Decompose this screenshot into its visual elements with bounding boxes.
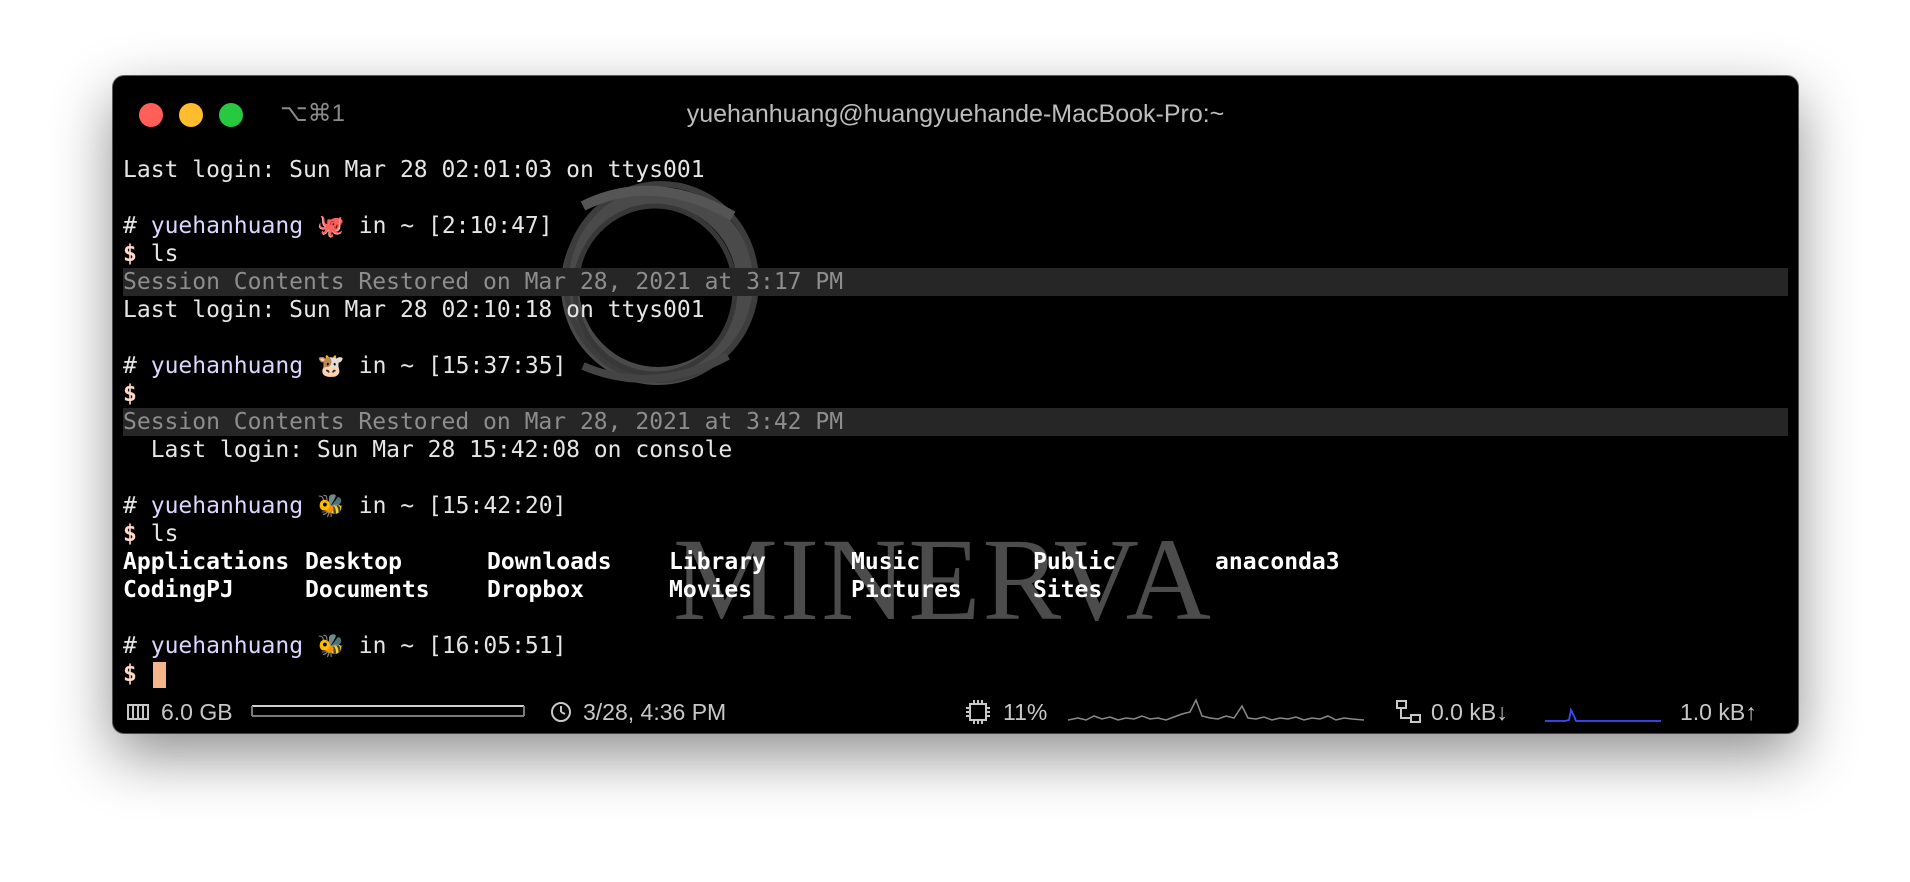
cpu-icon (966, 700, 990, 724)
cpu-value: 11% (1003, 699, 1048, 725)
prompt-rest: in ~ [15:37:35] (344, 353, 567, 379)
clock-icon (551, 702, 571, 722)
prompt-rest: in ~ [2:10:47] (344, 213, 553, 239)
prompt-user: yuehanhuang (150, 633, 304, 659)
prompt-line: # yuehanhuang 🐙 in ~ [2:10:47] (123, 212, 1788, 240)
ls-entry: Pictures (851, 577, 962, 603)
input-line[interactable]: $ (123, 660, 1788, 688)
network-icon (1396, 700, 1421, 723)
login-line: Last login: Sun Mar 28 15:42:08 on conso… (123, 437, 733, 463)
network-graph (1545, 707, 1661, 722)
datetime-value: 3/28, 4:36 PM (583, 699, 727, 725)
network-up-value: 1.0 kB↑ (1680, 699, 1757, 725)
login-line: Last login: Sun Mar 28 02:10:18 on ttys0… (123, 297, 705, 323)
login-line: Last login: Sun Mar 28 02:01:03 on ttys0… (123, 157, 705, 183)
ls-entry: Applications (123, 549, 290, 575)
title-bar[interactable]: ⌥⌘1 yuehanhuang@huangyuehande-MacBook-Pr… (113, 76, 1798, 152)
command-text: ls (150, 521, 179, 547)
bee-icon: 🐝 (317, 634, 345, 659)
memory-bar (251, 705, 525, 717)
ls-entry: Desktop (305, 549, 402, 575)
prompt-hash: # (123, 493, 137, 519)
ls-entry: anaconda3 (1215, 549, 1340, 575)
prompt-rest: in ~ [15:42:20] (344, 493, 567, 519)
terminal-output[interactable]: Last login: Sun Mar 28 02:01:03 on ttys0… (123, 156, 1788, 688)
ls-entry: Dropbox (487, 577, 584, 603)
prompt-dollar: $ (123, 661, 137, 687)
session-restored-banner: Session Contents Restored on Mar 28, 202… (123, 408, 1788, 436)
prompt-line: # yuehanhuang 🐝 in ~ [16:05:51] (123, 632, 1788, 660)
ls-entry: Movies (669, 577, 753, 603)
terminal-window: MINERVA ⌥⌘1 yuehanhuang@huangyuehande-Ma… (113, 76, 1798, 733)
prompt-line: # yuehanhuang 🐝 in ~ [15:42:20] (123, 492, 1788, 520)
ls-entry: Sites (1033, 577, 1103, 603)
ls-entry: Public (1033, 549, 1117, 575)
prompt-dollar: $ (123, 381, 137, 407)
ls-entry: Library (669, 549, 766, 575)
bee-icon: 🐝 (317, 494, 345, 519)
ls-entry: Documents (305, 577, 430, 603)
prompt-user: yuehanhuang (150, 213, 304, 239)
session-restored-banner: Session Contents Restored on Mar 28, 202… (123, 268, 1788, 296)
memory-icon (127, 704, 149, 720)
status-bar: 6.0 GB 3/28, 4:36 PM 11% 0.0 kB↓ 1.0 kB↑ (113, 690, 1798, 730)
ls-entry: Downloads (487, 549, 612, 575)
cow-icon: 🐮 (317, 354, 345, 379)
text-cursor[interactable] (152, 661, 166, 688)
ls-output: Applications Desktop Downloads Library M… (123, 548, 1788, 604)
cpu-graph (1068, 698, 1364, 721)
network-down-value: 0.0 kB↓ (1431, 699, 1508, 725)
octopus-icon: 🐙 (317, 214, 345, 239)
prompt-dollar: $ (123, 241, 137, 267)
prompt-user: yuehanhuang (150, 493, 304, 519)
ls-entry (1215, 576, 1397, 604)
prompt-hash: # (123, 353, 137, 379)
command-line: $ (123, 380, 1788, 408)
prompt-line: # yuehanhuang 🐮 in ~ [15:37:35] (123, 352, 1788, 380)
window-title: yuehanhuang@huangyuehande-MacBook-Pro:~ (686, 100, 1225, 128)
command-line: $ ls (123, 520, 1788, 548)
ls-entry: CodingPJ (123, 577, 234, 603)
prompt-hash: # (123, 213, 137, 239)
command-line: $ ls (123, 240, 1788, 268)
prompt-rest: in ~ [16:05:51] (344, 633, 567, 659)
memory-value: 6.0 GB (161, 699, 233, 725)
prompt-hash: # (123, 633, 137, 659)
prompt-user: yuehanhuang (150, 353, 304, 379)
prompt-dollar: $ (123, 521, 137, 547)
command-text: ls (150, 241, 179, 267)
ls-entry: Music (851, 549, 921, 575)
